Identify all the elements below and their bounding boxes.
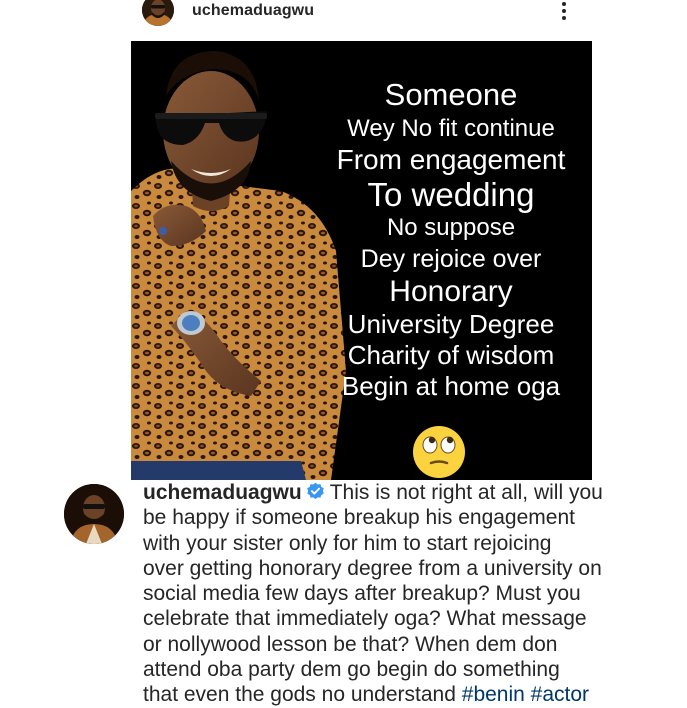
face-with-rolling-eyes-emoji	[413, 426, 465, 478]
comment-avatar[interactable]	[64, 484, 124, 544]
avatar-image	[64, 484, 124, 544]
hashtag-link[interactable]: #actor	[531, 683, 589, 706]
comment-line: with your sister only for him to start r…	[143, 531, 552, 555]
caption-line: University Degree	[347, 308, 555, 339]
caption-line: Wey No fit continue	[347, 114, 555, 142]
post-header: uchemaduagwu	[0, 0, 687, 30]
comment: uchemaduagwu This is not right at all, wi…	[143, 480, 643, 708]
comment-text: that even the gods no understand	[143, 683, 456, 707]
comment-line: social media few days after breakup? Mus…	[143, 582, 581, 606]
comment-line: be happy if someone breakup his engageme…	[143, 506, 575, 530]
comment-line: uchemaduagwu This is not right at all, wi…	[143, 480, 643, 505]
more-vertical-icon[interactable]	[556, 0, 572, 22]
caption-line: Honorary	[389, 275, 513, 309]
comment-line: celebrate that immediately oga? What mes…	[143, 607, 587, 631]
caption-line: Charity of wisdom	[347, 340, 555, 370]
comment-line: attend oba party dem go begin do somethi…	[143, 658, 560, 682]
post-image[interactable]: Someone Wey No fit continue From engagem…	[131, 41, 592, 480]
caption-line: No suppose	[386, 213, 516, 241]
caption-line: From engagement	[336, 143, 566, 175]
post-username[interactable]: uchemaduagwu	[192, 2, 314, 20]
verified-badge-icon	[306, 482, 324, 500]
comment-username[interactable]: uchemaduagwu	[143, 481, 302, 504]
avatar-image	[142, 0, 174, 26]
image-caption-text: Someone Wey No fit continue From engagem…	[316, 77, 586, 402]
comment-line: that even the gods no understand #benin …	[143, 682, 643, 707]
comment-text: This is not right at all, will you	[329, 481, 603, 504]
caption-line: Dey rejoice over	[360, 244, 542, 273]
caption-line: Someone	[384, 77, 518, 112]
caption-line: To wedding	[367, 176, 535, 214]
caption-line: Begin at home oga	[341, 371, 561, 402]
comment-line: over getting honorary degree from a univ…	[143, 556, 602, 580]
hashtag-link[interactable]: #benin	[462, 683, 525, 706]
comment-line: or nollywood lesson be that? When dem do…	[143, 632, 558, 656]
header-avatar[interactable]	[142, 0, 174, 26]
